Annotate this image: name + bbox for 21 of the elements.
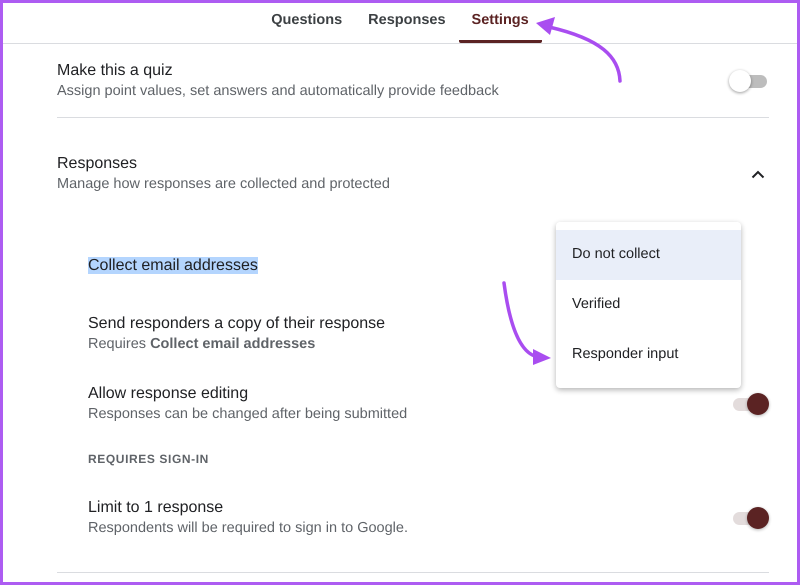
menu-option[interactable]: Responder input (556, 330, 741, 380)
menu-option[interactable]: Do not collect (556, 230, 741, 280)
setting-title: Allow response editing (88, 384, 250, 404)
toggle-switch[interactable] (731, 70, 769, 92)
section-description: Manage how responses are collected and protected (57, 175, 390, 194)
setting-title: Send responders a copy of their response (88, 314, 386, 334)
setting-title: Collect email addresses (88, 257, 258, 274)
menu-option[interactable]: Verified (556, 280, 741, 330)
chevron-up-icon[interactable] (751, 170, 765, 178)
setting-title: Make this a quiz (57, 60, 174, 80)
section-title: Responses (57, 154, 138, 174)
setting-description: Respondents will be required to sign in to Google. (88, 519, 408, 538)
setting-description: Responses can be changed after being submitted (88, 405, 408, 424)
tab[interactable]: Responses (355, 10, 459, 43)
setting-description: Requires Collect email addresses (88, 335, 316, 354)
setting-title: Limit to 1 response (88, 498, 224, 518)
tab[interactable]: Questions (258, 10, 356, 43)
subsection-heading: REQUIRES SIGN-IN (88, 451, 209, 468)
toggle-switch[interactable] (731, 393, 769, 415)
setting-description: Assign point values, set answers and automatically provide feedback (57, 82, 499, 100)
toggle-switch[interactable] (731, 507, 769, 529)
